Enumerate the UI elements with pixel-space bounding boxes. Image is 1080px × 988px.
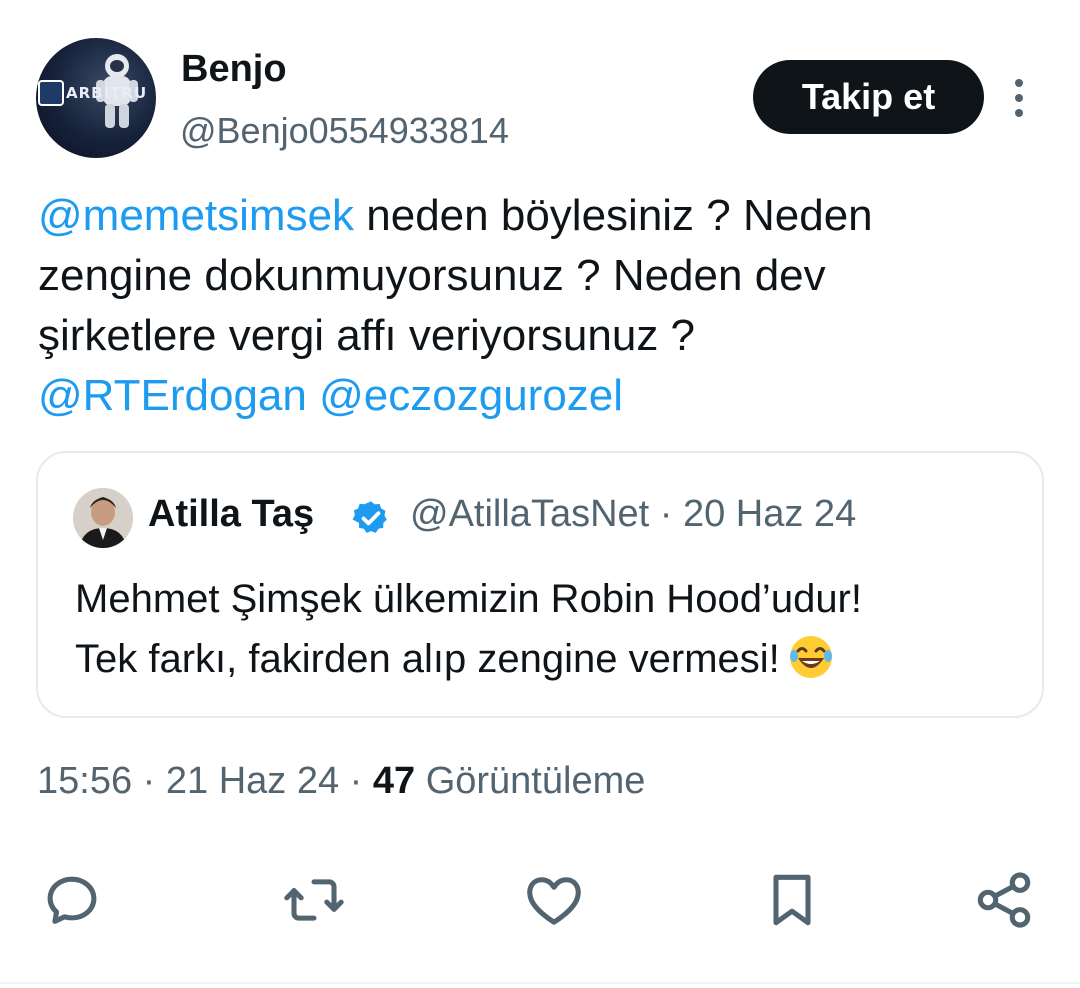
avatar-logo-text: ARBITRU bbox=[66, 84, 148, 102]
mention-link[interactable]: @eczozgurozel bbox=[319, 371, 623, 420]
tweet-text-segment: şirketlere vergi affı veriyorsunuz ? bbox=[38, 311, 696, 360]
retweet-icon bbox=[284, 879, 344, 921]
reply-icon bbox=[47, 876, 97, 924]
quoted-tweet-text: Mehmet Şimşek ülkemizin Robin Hood’udur!… bbox=[75, 569, 1025, 689]
more-vertical-icon[interactable] bbox=[1003, 75, 1035, 121]
like-button[interactable] bbox=[522, 868, 586, 932]
quoted-author-name[interactable]: Atilla Taş bbox=[148, 493, 314, 536]
tweet-text-segment: neden böylesiniz ? Neden bbox=[354, 191, 873, 240]
retweet-button[interactable] bbox=[282, 868, 346, 932]
tweet-text-segment: zengine dokunmuyorsunuz ? Neden dev bbox=[38, 251, 826, 300]
quoted-author-avatar[interactable] bbox=[73, 488, 133, 548]
share-button[interactable] bbox=[972, 868, 1036, 932]
author-avatar[interactable]: ARBITRU bbox=[36, 38, 156, 158]
author-name[interactable]: Benjo bbox=[181, 48, 287, 91]
bookmark-button[interactable] bbox=[760, 868, 824, 932]
divider bbox=[0, 982, 1080, 984]
tweet-text: @memetsimsek neden böylesiniz ? Neden ze… bbox=[38, 186, 1048, 426]
share-icon bbox=[977, 872, 1031, 928]
follow-button[interactable]: Takip et bbox=[753, 60, 984, 134]
quoted-handle-date: @AtillaTasNet · 20 Haz 24 bbox=[410, 493, 857, 535]
portrait-image bbox=[73, 488, 133, 548]
quoted-text-line: Mehmet Şimşek ülkemizin Robin Hood’udur! bbox=[75, 577, 862, 621]
bookmark-icon bbox=[773, 874, 811, 926]
mention-link[interactable]: @memetsimsek bbox=[38, 191, 354, 240]
mention-link[interactable]: @RTErdogan bbox=[38, 371, 307, 420]
quoted-text-line: Tek farkı, fakirden alıp zengine vermesi… bbox=[75, 637, 780, 681]
reply-button[interactable] bbox=[40, 868, 104, 932]
tweet-timestamp: 15:56 · 21 Haz 24 · 47 Görüntüleme bbox=[37, 760, 645, 803]
quoted-tweet-card[interactable]: Atilla Taş @AtillaTasNet · 20 Haz 24 Meh… bbox=[36, 451, 1044, 718]
arbitrum-logo-icon bbox=[38, 80, 64, 106]
views-label: Görüntüleme bbox=[415, 760, 646, 802]
views-count: 47 bbox=[372, 760, 416, 802]
laughing-tears-emoji-icon bbox=[789, 636, 832, 678]
timestamp-time[interactable]: 15:56 · 21 Haz 24 · bbox=[37, 760, 373, 802]
like-icon bbox=[527, 877, 581, 925]
author-handle[interactable]: @Benjo0554933814 bbox=[180, 110, 509, 152]
verified-badge-icon bbox=[352, 501, 387, 533]
